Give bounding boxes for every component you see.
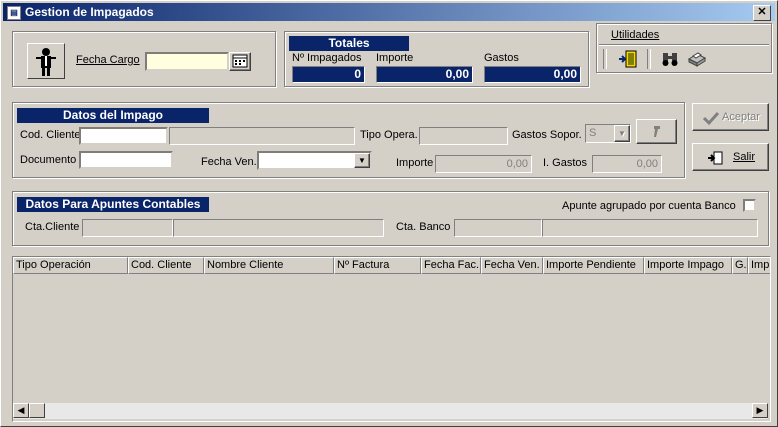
- calendar-button[interactable]: [229, 52, 251, 71]
- importe-total-label: Importe: [376, 52, 414, 64]
- gastos-total-value: 0,00: [484, 66, 581, 83]
- column-header[interactable]: G.: [732, 257, 748, 274]
- tipo-opera-label: Tipo Opera.: [360, 129, 418, 141]
- gastos-total-label: Gastos: [484, 52, 519, 64]
- exit-door-button[interactable]: [617, 49, 641, 69]
- search-button[interactable]: [659, 49, 681, 69]
- aceptar-label: Aceptar: [722, 111, 760, 123]
- column-header[interactable]: Tipo Operación: [13, 257, 128, 274]
- horizontal-scrollbar[interactable]: ◀ ▶: [13, 403, 768, 419]
- fecha-ven-label: Fecha Ven.: [201, 156, 257, 168]
- cod-cliente-input[interactable]: [79, 127, 168, 145]
- hammer-icon: [654, 126, 660, 137]
- totales-title: Totales: [289, 36, 409, 51]
- i-gastos-label: I. Gastos: [543, 157, 588, 169]
- exit-icon: [708, 151, 723, 165]
- scroll-left-icon[interactable]: ◀: [13, 403, 29, 418]
- importe-field: 0,00: [435, 155, 532, 173]
- scroll-right-icon[interactable]: ▶: [752, 403, 768, 418]
- column-header[interactable]: Nombre Cliente: [204, 257, 334, 274]
- print-button[interactable]: [685, 49, 709, 69]
- main-window: ▤ Gestion de Impagados ✕ Fecha Cargo Tot…: [0, 0, 778, 427]
- n-impagados-label: Nº Impagados: [292, 52, 362, 64]
- column-header[interactable]: Fecha Ven.: [481, 257, 543, 274]
- chevron-down-icon[interactable]: ▼: [354, 153, 370, 168]
- binoculars-icon: [662, 53, 678, 66]
- column-header[interactable]: Importe Pendiente: [543, 257, 644, 274]
- cta-banco-label: Cta. Banco: [396, 221, 451, 233]
- close-button[interactable]: ✕: [753, 5, 771, 21]
- toolbar-grip: [603, 49, 607, 69]
- gastos-sopor-value: S: [589, 127, 597, 139]
- cod-cliente-label: Cod. Cliente: [20, 129, 81, 141]
- n-impagados-value: 0: [292, 66, 365, 83]
- cta-cliente-label: Cta.Cliente: [25, 221, 80, 233]
- window-title: Gestion de Impagados: [25, 5, 154, 19]
- toolbar-separator: [647, 49, 651, 69]
- gastos-sopor-select: S ▼: [585, 124, 631, 143]
- documento-input[interactable]: [79, 151, 173, 169]
- hammer-button[interactable]: [636, 119, 677, 144]
- agrupado-label: Apunte agrupado por cuenta Banco: [562, 200, 736, 212]
- check-icon: [702, 111, 720, 126]
- agrupado-checkbox[interactable]: [743, 199, 756, 212]
- cta-banco-name: [542, 219, 758, 237]
- exit-door-icon: [619, 50, 637, 68]
- column-header[interactable]: Importe Impago: [644, 257, 732, 274]
- documento-label: Documento: [20, 154, 77, 166]
- datos-impago-title: Datos del Impago: [17, 108, 209, 123]
- utilidades-label: Utilidades: [611, 29, 660, 41]
- aceptar-button[interactable]: Aceptar: [692, 103, 769, 131]
- fecha-cargo-input[interactable]: [145, 52, 229, 71]
- column-header[interactable]: Cod. Cliente: [128, 257, 204, 274]
- calendar-icon: [232, 54, 248, 68]
- title-bar[interactable]: ▤ Gestion de Impagados ✕: [3, 3, 775, 21]
- window-icon: ▤: [7, 6, 21, 20]
- column-header[interactable]: Nº Factura: [334, 257, 421, 274]
- column-header[interactable]: Imp. G: [748, 257, 770, 274]
- chevron-down-icon: ▼: [614, 125, 630, 142]
- importe-label: Importe: [396, 157, 434, 169]
- nombre-cliente-field: [169, 127, 355, 145]
- printer-icon: [687, 52, 707, 67]
- person-icon: [27, 43, 65, 79]
- utilidades-divider: [599, 44, 769, 45]
- importe-total-value: 0,00: [376, 66, 473, 83]
- salir-label: Salir: [733, 151, 756, 163]
- cta-banco-code: [454, 219, 542, 237]
- scroll-thumb[interactable]: [29, 403, 45, 418]
- impagos-table[interactable]: Tipo Operación Cod. Cliente Nombre Cliente…: [12, 256, 771, 422]
- fecha-ven-select[interactable]: ▼: [257, 151, 372, 170]
- i-gastos-field: 0,00: [592, 155, 662, 173]
- table-header: Tipo Operación Cod. Cliente Nombre Cliente…: [13, 257, 770, 274]
- tipo-opera-field: [419, 127, 508, 145]
- fecha-cargo-label: Fecha Cargo: [76, 54, 140, 66]
- column-header[interactable]: Fecha Fac.: [421, 257, 481, 274]
- salir-button[interactable]: Salir: [692, 143, 769, 171]
- gastos-sopor-label: Gastos Sopor.: [512, 129, 582, 141]
- cta-cliente-name: [173, 219, 384, 237]
- apuntes-title: Datos Para Apuntes Contables: [17, 197, 209, 212]
- cta-cliente-code: [82, 219, 173, 237]
